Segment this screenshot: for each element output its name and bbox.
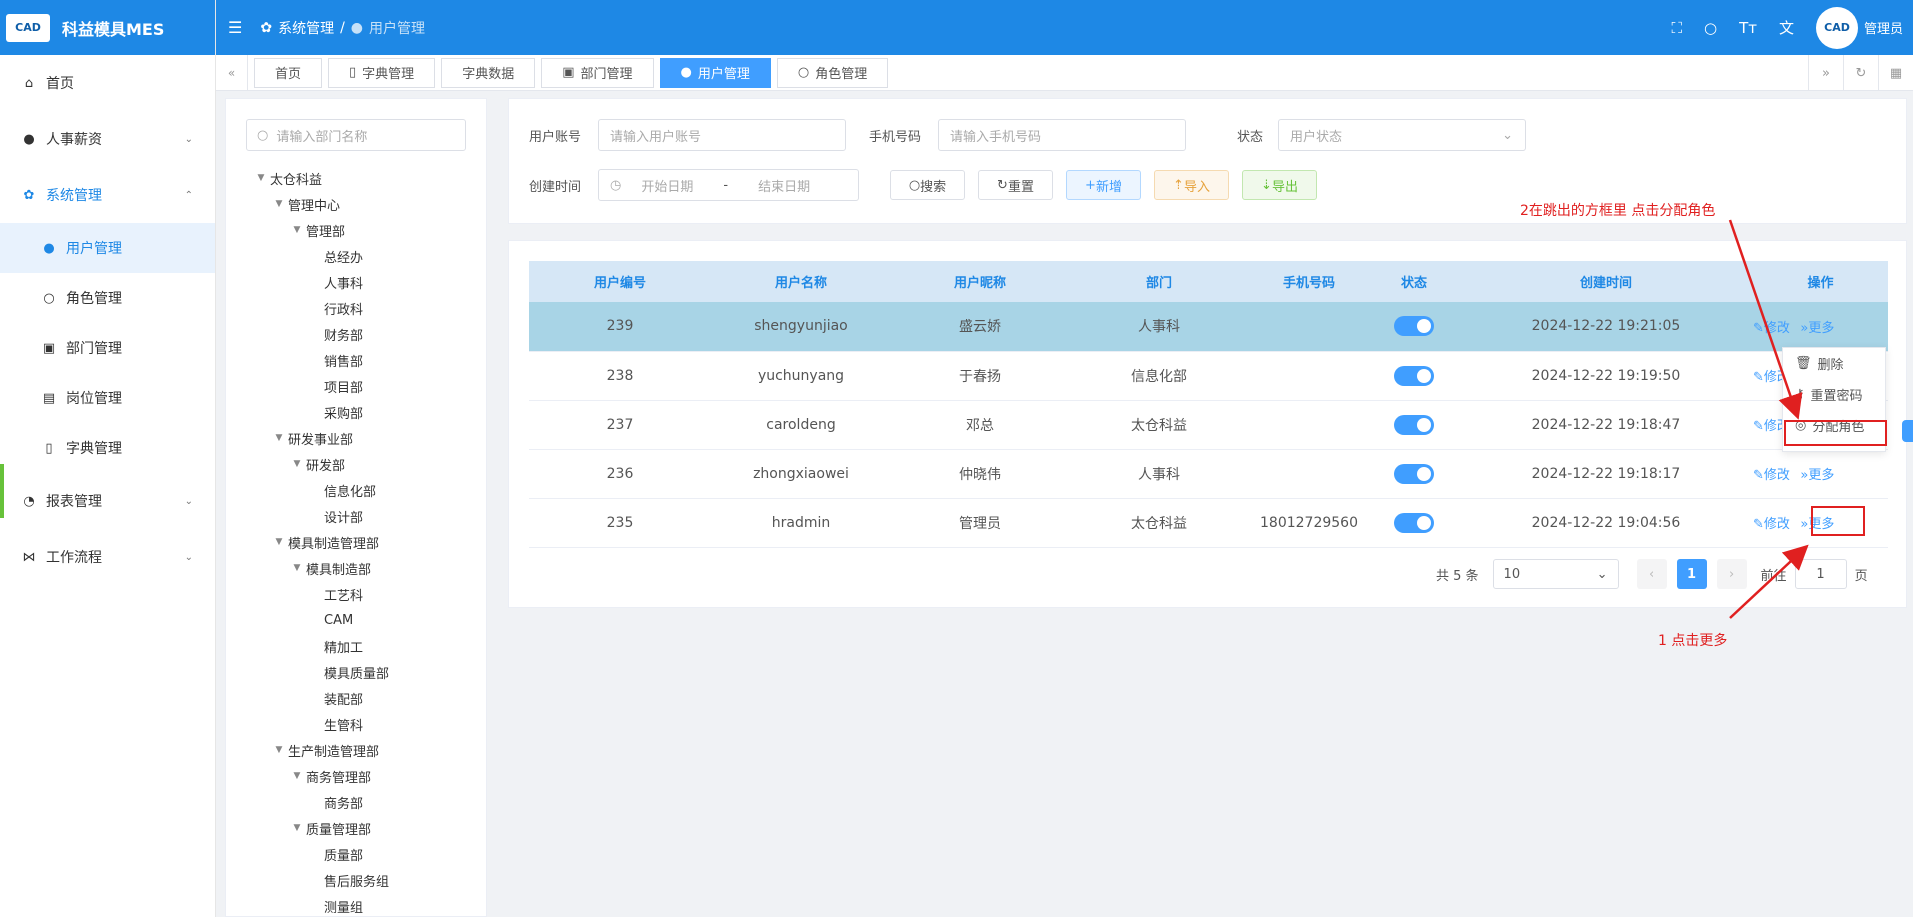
- settings-tab-icon[interactable]: [1902, 420, 1913, 442]
- arrow-to-assign-role: [1728, 219, 1803, 420]
- annotation-arrows: [1728, 219, 1809, 619]
- arrow-to-more: [1729, 544, 1809, 619]
- side-handle[interactable]: [0, 464, 4, 518]
